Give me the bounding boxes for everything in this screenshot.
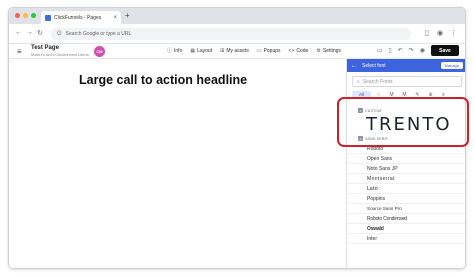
font-item-open-sans[interactable]: Open Sans (347, 154, 465, 164)
font-item-inter[interactable]: Inter (347, 234, 465, 244)
browser-tab[interactable]: ClickFunnels - Pages × (41, 11, 121, 24)
editor-canvas[interactable]: Large call to action headline (9, 59, 345, 268)
filter-more-icon[interactable]: ≡ (438, 92, 449, 98)
sans-serif-section-label: A SANS-SERIF (347, 135, 465, 142)
minimize-window-button[interactable] (23, 13, 28, 18)
assets-icon: ⊞ (220, 47, 225, 54)
font-item-noto-sans-jp[interactable]: Noto Sans JP (347, 164, 465, 174)
font-item-poppins[interactable]: Poppins (347, 194, 465, 204)
header-tools: ▭ ▯ ↶ ↷ ◉ Save (377, 45, 459, 56)
manage-button[interactable]: Manage (440, 62, 463, 69)
filter-serif-icon[interactable]: ○ (373, 92, 384, 98)
font-item-source-sans-pro[interactable]: Source Sans Pro (347, 204, 465, 214)
nav-info-label: Info (174, 47, 183, 54)
omnibox[interactable]: G Search Google or type a URL (51, 28, 411, 40)
mobile-view-icon[interactable]: ▯ (388, 47, 391, 54)
font-filter-row: All ○ M M ✎ ⊕ ≡ (352, 90, 462, 99)
preview-eye-icon[interactable]: ◉ (420, 47, 425, 54)
font-panel-header: ← Select font Manage (347, 59, 465, 72)
page-title: Test Page (31, 45, 59, 51)
search-icon: ⌕ (357, 78, 360, 85)
gear-icon: ⚙ (316, 47, 321, 54)
favicon-icon (45, 14, 51, 21)
nav-layout[interactable]: ▦ Layout (190, 47, 212, 54)
font-item-roboto[interactable]: Roboto (347, 144, 465, 154)
info-icon: ⓘ (167, 48, 173, 54)
nav-settings-label: Settings (322, 47, 341, 54)
font-item-lato[interactable]: Lato (347, 184, 465, 194)
back-arrow-icon[interactable]: ← (351, 63, 357, 69)
sans-serif-label: SANS-SERIF (365, 136, 389, 141)
filter-mono-icon[interactable]: ⊕ (425, 92, 436, 98)
browser-menu-icon[interactable]: ⋮ (450, 29, 457, 37)
font-item-montserrat[interactable]: Montserrat (347, 174, 465, 184)
filter-all-tab[interactable]: All (352, 91, 372, 98)
custom-fonts-section: A CUSTOM TRENTO A SANS-SERIF (347, 107, 465, 142)
window-controls (15, 13, 36, 18)
layout-icon: ▦ (190, 47, 196, 54)
code-icon: <> (288, 47, 295, 54)
undo-icon[interactable]: ↶ (398, 47, 403, 54)
address-bar: ← → ↻ G Search Google or type a URL ▯ ◉ … (9, 24, 465, 44)
back-button[interactable]: ← (15, 29, 22, 36)
nav-popups-label: Popups (263, 47, 281, 54)
close-window-button[interactable] (15, 13, 20, 18)
nav-code-label: Code (296, 47, 309, 54)
tab-title: ClickFunnels - Pages (54, 14, 102, 21)
omnibox-placeholder: Search Google or type a URL (65, 31, 132, 37)
google-icon: G (57, 31, 62, 37)
nav-settings[interactable]: ⚙ Settings (316, 47, 341, 54)
sidebar-toggle-icon[interactable]: ▯ (425, 29, 429, 37)
filter-sans-icon[interactable]: M (386, 92, 397, 98)
filter-display-icon[interactable]: M (399, 92, 410, 98)
reload-button[interactable]: ↻ (37, 29, 43, 37)
avatar[interactable]: CM (94, 46, 105, 57)
font-search-input[interactable]: ⌕ Search Fonts (352, 76, 462, 87)
menu-icon[interactable]: ≡ (17, 47, 22, 56)
font-list: Roboto Open Sans Noto Sans JP Montserrat… (347, 144, 465, 244)
custom-font-icon: A (358, 108, 363, 113)
sans-serif-icon: A (358, 136, 363, 141)
new-tab-button[interactable]: + (125, 11, 130, 20)
nav-layout-label: Layout (197, 47, 213, 54)
desktop-view-icon[interactable]: ▭ (377, 47, 383, 54)
font-search-placeholder: Search Fonts (362, 78, 393, 85)
header-nav: ⓘ Info ▦ Layout ⊞ My assets ▭ Popups <> … (167, 47, 341, 55)
cta-headline[interactable]: Large call to action headline (79, 73, 247, 87)
nav-my-assets[interactable]: ⊞ My assets (220, 47, 249, 54)
nav-info[interactable]: ⓘ Info (167, 47, 183, 55)
tab-bar: ClickFunnels - Pages × + (9, 8, 465, 24)
custom-label: CUSTOM (365, 108, 382, 113)
filter-handwriting-icon[interactable]: ✎ (412, 92, 423, 98)
nav-code[interactable]: <> Code (289, 47, 309, 54)
nav-my-assets-label: My assets (226, 47, 249, 54)
font-panel: ← Select font Manage ⌕ Search Fonts All … (346, 59, 465, 268)
font-panel-title: Select font (362, 62, 386, 69)
forward-button[interactable]: → (26, 29, 33, 36)
nav-popups[interactable]: ▭ Popups (257, 47, 281, 54)
profile-icon[interactable]: ◉ (437, 29, 443, 37)
redo-icon[interactable]: ↷ (409, 47, 414, 54)
maximize-window-button[interactable] (31, 13, 36, 18)
custom-font-preview[interactable]: TRENTO (366, 114, 465, 135)
browser-window: ClickFunnels - Pages × + ← → ↻ G Search … (8, 7, 466, 269)
font-item-oswald[interactable]: Oswald (347, 224, 465, 234)
app-header: ≡ Test Page Maker's Aid's Clickfunnels D… (9, 44, 465, 59)
save-button[interactable]: Save (431, 45, 459, 56)
custom-section-label: A CUSTOM (347, 107, 465, 114)
popups-icon: ▭ (256, 47, 262, 54)
tab-close-icon[interactable]: × (113, 15, 117, 21)
font-item-roboto-condensed[interactable]: Roboto Condensed (347, 214, 465, 224)
page-subtitle: Maker's Aid's Clickfunnels Demo (31, 52, 89, 57)
